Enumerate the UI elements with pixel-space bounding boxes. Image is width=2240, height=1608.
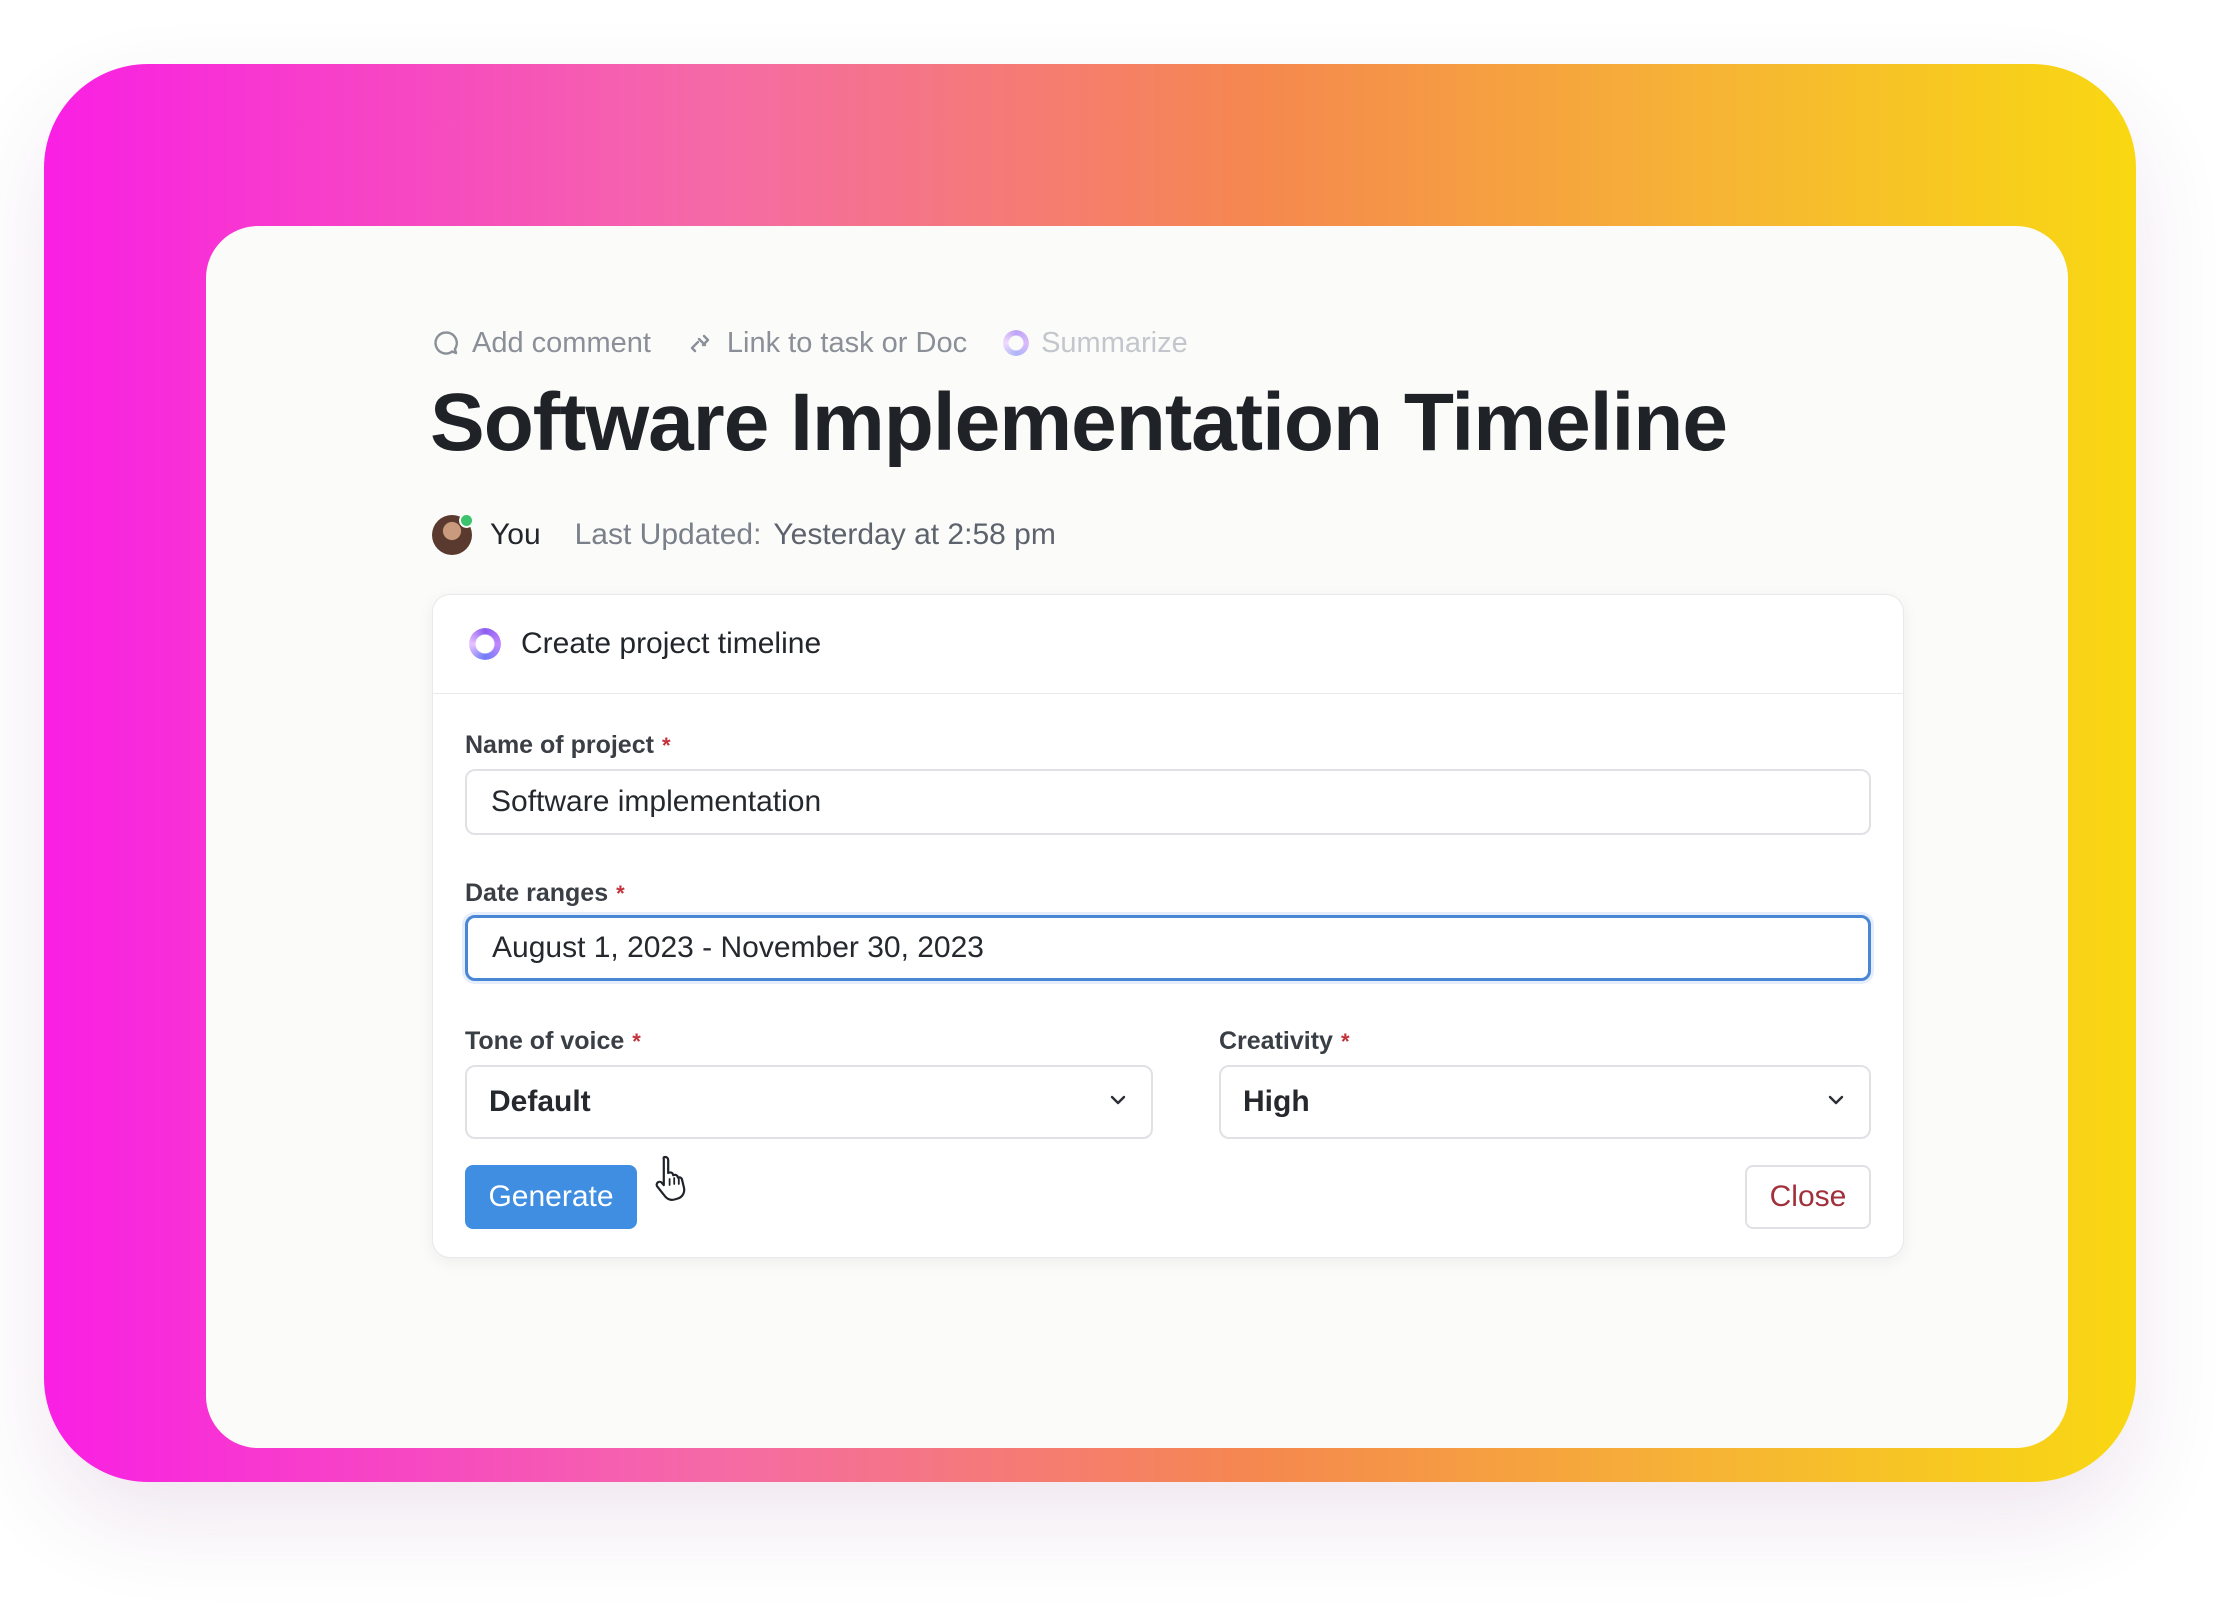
creativity-label: Creativity * (1219, 1027, 1350, 1056)
doc-meta: You Last Updated: Yesterday at 2:58 pm (432, 512, 1056, 558)
required-mark: * (661, 732, 671, 758)
ai-ring-icon (469, 628, 501, 660)
author-name: You (490, 518, 541, 551)
required-mark: * (632, 1028, 641, 1054)
creativity-select[interactable]: High (1219, 1065, 1871, 1139)
tone-select[interactable]: Default (465, 1065, 1153, 1139)
link-icon (687, 329, 715, 357)
project-name-label: Name of project * (465, 731, 671, 760)
comment-icon (432, 329, 460, 357)
online-status-dot (459, 513, 474, 528)
link-task-button[interactable]: Link to task or Doc (687, 327, 967, 360)
generate-button[interactable]: Generate (465, 1165, 637, 1229)
last-updated-value: Yesterday at 2:58 pm (773, 518, 1056, 551)
timeline-form-panel: Create project timeline Name of project … (432, 594, 1904, 1258)
tone-label: Tone of voice * (465, 1027, 641, 1056)
summarize-label: Summarize (1041, 326, 1188, 359)
link-task-label: Link to task or Doc (726, 326, 968, 359)
creativity-value: High (1243, 1085, 1310, 1118)
chevron-down-icon (1107, 1085, 1129, 1119)
creativity-label-text: Creativity (1219, 1027, 1333, 1055)
hand-pointer-icon (651, 1153, 695, 1201)
close-button[interactable]: Close (1745, 1165, 1871, 1229)
page-title: Software Implementation Timeline (430, 377, 1728, 468)
required-mark: * (1340, 1028, 1350, 1054)
date-ranges-input[interactable]: August 1, 2023 - November 30, 2023 (465, 915, 1871, 981)
ai-ring-icon (1003, 330, 1030, 356)
project-name-label-text: Name of project (465, 731, 654, 759)
avatar[interactable] (432, 513, 474, 555)
last-updated-label: Last Updated: (574, 518, 762, 551)
panel-title: Create project timeline (521, 627, 822, 660)
chevron-down-icon (1825, 1085, 1847, 1119)
add-comment-label: Add comment (472, 326, 651, 359)
gradient-frame: Add comment Link to task or Doc Summariz… (44, 64, 2136, 1482)
doc-toolbar: Add comment Link to task or Doc Summariz… (432, 318, 1188, 368)
summarize-button[interactable]: Summarize (1003, 327, 1188, 360)
panel-header: Create project timeline (433, 595, 1903, 694)
date-ranges-value: August 1, 2023 - November 30, 2023 (492, 931, 984, 964)
date-ranges-label: Date ranges * (465, 879, 625, 908)
tone-value: Default (489, 1085, 591, 1118)
project-name-input[interactable]: Software implementation (465, 769, 1871, 835)
tone-label-text: Tone of voice (465, 1027, 625, 1055)
project-name-value: Software implementation (491, 785, 822, 818)
doc-card: Add comment Link to task or Doc Summariz… (206, 226, 2068, 1448)
required-mark: * (616, 880, 625, 906)
add-comment-button[interactable]: Add comment (432, 327, 651, 360)
date-ranges-label-text: Date ranges (465, 879, 609, 907)
